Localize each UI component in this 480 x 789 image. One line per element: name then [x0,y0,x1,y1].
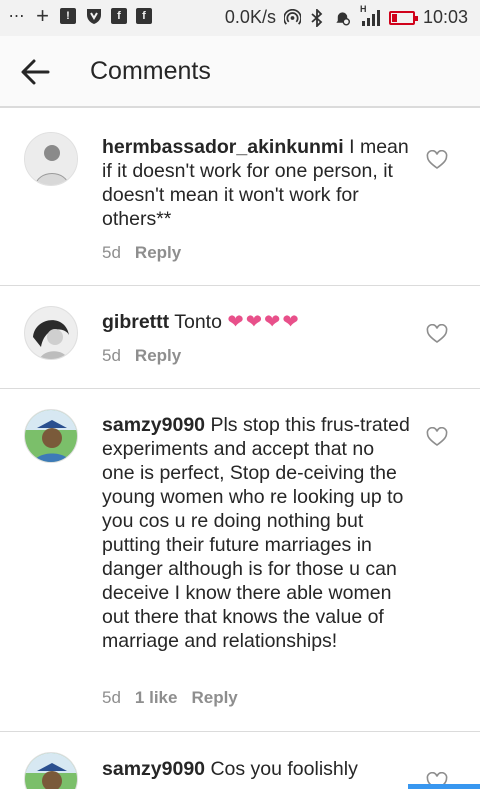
page-title: Comments [90,57,211,85]
bluetooth-icon [309,8,326,27]
back-arrow-icon [21,59,50,85]
heart-emoji-group: ❤❤❤❤ [227,311,301,333]
comment-body: samzy9090 Cos you foolishly [102,757,412,781]
comment-body: hermbassador_akinkunmi I mean if it does… [102,135,412,231]
shield-icon [85,7,102,25]
comment-body: samzy9090 Pls stop this frus-trated expe… [102,413,412,653]
network-speed: 0.0K/s [224,7,276,27]
loading-indicator [408,784,480,789]
like-button[interactable] [426,426,448,447]
alert-icon: ! [60,8,76,24]
comment-time: 5d [102,243,121,262]
reply-button[interactable]: Reply [135,346,181,366]
like-button[interactable] [426,149,448,170]
comment-username[interactable]: samzy9090 [102,414,205,436]
plus-icon: + [36,3,49,28]
back-button[interactable] [16,54,54,90]
battery-icon [388,10,418,25]
facebook-icon: f [136,8,152,24]
comment-item: hermbassador_akinkunmi I mean if it does… [0,110,480,286]
heart-icon [426,323,448,343]
hotspot-icon [283,8,301,27]
comment-username[interactable]: samzy9090 [102,758,205,780]
alarm-icon [334,9,351,27]
comment-meta: 5d Reply [102,243,181,263]
comment-time: 5d [102,688,121,707]
facebook-icon: f [111,8,127,24]
avatar[interactable] [24,752,78,789]
comment-text: Pls stop this frus-trated experiments an… [102,414,410,652]
app-bar: Comments [0,36,480,108]
like-button[interactable] [426,323,448,344]
comment-username[interactable]: hermbassador_akinkunmi [102,136,344,158]
comment-item: samzy9090 Pls stop this frus-trated expe… [0,389,480,732]
status-bar-right: 0.0K/s H 10:03 [224,4,468,28]
comment-body: gibrettt Tonto ❤❤❤❤ [102,310,412,334]
comment-item: samzy9090 Cos you foolishly [0,732,480,789]
comment-text: Tonto [174,311,222,333]
comment-meta: 5d Reply [102,346,181,366]
heart-icon [426,149,448,169]
likes-count[interactable]: 1 like [135,688,178,708]
more-icon: ⋯ [8,8,25,25]
comment-text: Cos you foolishly [210,758,358,780]
status-bar: ⋯ + ! f f 0.0K/s H 10:03 [0,0,480,36]
reply-button[interactable]: Reply [135,243,181,263]
status-bar-left-icons: ⋯ + ! f f [8,3,152,28]
comment-meta: 5d 1 like Reply [102,688,238,708]
heart-icon [426,426,448,446]
avatar[interactable] [24,132,78,186]
comment-username[interactable]: gibrettt [102,311,169,333]
avatar[interactable] [24,306,78,360]
signal-icon: H [359,4,381,27]
comment-time: 5d [102,346,121,365]
network-type-label: H [359,3,367,14]
reply-button[interactable]: Reply [191,688,237,708]
avatar[interactable] [24,409,78,463]
clock: 10:03 [422,7,468,27]
comment-item: gibrettt Tonto ❤❤❤❤ 5d Reply [0,286,480,389]
